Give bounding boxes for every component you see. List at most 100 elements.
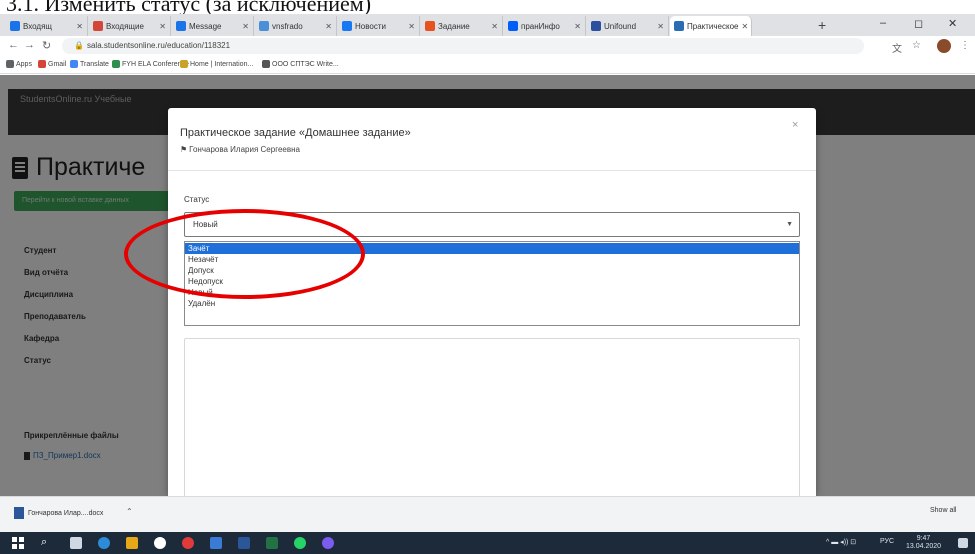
store-icon[interactable] bbox=[210, 537, 222, 549]
viber-icon[interactable] bbox=[322, 537, 334, 549]
url-field[interactable]: 🔒 sala.studentsonline.ru/education/118321 bbox=[62, 38, 864, 54]
bookmark-label: Gmail bbox=[48, 60, 67, 68]
excel-icon[interactable] bbox=[266, 537, 278, 549]
tab-label: Message bbox=[189, 21, 222, 31]
tray-language[interactable]: РУС bbox=[880, 538, 894, 545]
tab-favicon-icon bbox=[425, 21, 435, 31]
tab-favicon-icon bbox=[674, 21, 684, 31]
comment-textarea[interactable] bbox=[184, 338, 800, 496]
bookmark-item[interactable]: ООО СПТЭС Write... bbox=[262, 60, 339, 68]
browser-tab[interactable]: Практическое ✕ bbox=[670, 16, 752, 36]
document-caption: 3.1. Изменить статус (за исключением) bbox=[0, 0, 975, 14]
edge-icon[interactable] bbox=[98, 537, 110, 549]
bookmark-label: ООО СПТЭС Write... bbox=[272, 60, 339, 68]
status-modal: Практическое задание «Домашнее задание» … bbox=[168, 108, 816, 496]
chevron-up-icon[interactable]: ⌃ bbox=[126, 507, 133, 516]
tray-time: 9:47 bbox=[916, 535, 931, 542]
address-bar: ← → ↻ 🔒 sala.studentsonline.ru/education/… bbox=[0, 36, 975, 56]
show-all-button[interactable]: Show all bbox=[930, 507, 956, 514]
notifications-icon[interactable] bbox=[958, 538, 968, 548]
student-flag-icon: ⚑ bbox=[180, 145, 188, 154]
bookmark-label: Home | Internation... bbox=[190, 60, 254, 68]
tab-label: Входящие bbox=[106, 21, 144, 31]
tab-favicon-icon bbox=[591, 21, 601, 31]
caret-down-icon: ▼ bbox=[786, 221, 793, 228]
tab-close-icon[interactable]: ✕ bbox=[159, 22, 166, 31]
star-icon[interactable]: ☆ bbox=[912, 40, 921, 51]
tab-close-icon[interactable]: ✕ bbox=[408, 22, 415, 31]
search-icon[interactable]: ⌕ bbox=[41, 536, 47, 549]
tab-favicon-icon bbox=[342, 21, 352, 31]
browser-tab[interactable]: Входящ ✕ bbox=[6, 16, 88, 36]
browser-tab[interactable]: Входящие ✕ bbox=[89, 16, 171, 36]
translate-icon[interactable]: 文 bbox=[892, 40, 902, 55]
windows-start-icon[interactable] bbox=[12, 537, 24, 549]
bookmark-label: Translate bbox=[80, 60, 109, 68]
tab-label: Новости bbox=[355, 21, 386, 31]
word-icon[interactable] bbox=[238, 537, 250, 549]
word-file-icon bbox=[14, 507, 24, 519]
new-tab-button[interactable]: + bbox=[818, 17, 826, 33]
menu-dots-icon[interactable]: ⋮ bbox=[960, 40, 970, 51]
bookmark-item[interactable]: Translate bbox=[70, 60, 109, 68]
bookmark-icon bbox=[262, 60, 270, 68]
close-icon[interactable]: × bbox=[792, 119, 798, 131]
browser-tab[interactable]: Задание ✕ bbox=[421, 16, 503, 36]
browser-tab[interactable]: пранИнфо ✕ bbox=[504, 16, 586, 36]
tab-close-icon[interactable]: ✕ bbox=[491, 22, 498, 31]
tab-favicon-icon bbox=[93, 21, 103, 31]
tab-close-icon[interactable]: ✕ bbox=[76, 22, 83, 31]
tab-label: Задание bbox=[438, 21, 470, 31]
reload-icon[interactable]: ↻ bbox=[42, 39, 51, 52]
tab-close-icon[interactable]: ✕ bbox=[741, 22, 748, 31]
tab-label: Практическое bbox=[687, 21, 739, 31]
caption-text: 3.1. Изменить статус (за исключением) bbox=[6, 0, 372, 14]
modal-student: ⚑ Гончарова Илария Сергеевна bbox=[180, 145, 300, 154]
bookmark-icon bbox=[38, 60, 46, 68]
maximize-icon[interactable]: ◻ bbox=[914, 17, 923, 30]
tab-close-icon[interactable]: ✕ bbox=[574, 22, 581, 31]
bookmark-item[interactable]: FYH ELA Conference bbox=[112, 60, 189, 68]
bookmark-item[interactable]: Gmail bbox=[38, 60, 66, 68]
tab-close-icon[interactable]: ✕ bbox=[242, 22, 249, 31]
opera-icon[interactable] bbox=[182, 537, 194, 549]
profile-avatar[interactable] bbox=[937, 39, 951, 53]
student-name: Гончарова Илария Сергеевна bbox=[189, 145, 300, 154]
download-item[interactable]: Гончарова Илар....docx bbox=[14, 507, 103, 519]
download-item-name: Гончарова Илар....docx bbox=[28, 509, 104, 517]
browser-tab[interactable]: Новости ✕ bbox=[338, 16, 420, 36]
tray-clock[interactable]: 9:47 13.04.2020 bbox=[906, 535, 941, 551]
windows-taskbar: ⌕ ^ ▬ ◂)) ⊡ РУС 9:47 13.04.2020 bbox=[0, 532, 975, 554]
tab-label: Входящ bbox=[23, 21, 53, 31]
forward-icon[interactable]: → bbox=[24, 39, 35, 51]
bookmark-icon bbox=[70, 60, 78, 68]
tab-label: пранИнфо bbox=[521, 21, 560, 31]
tab-favicon-icon bbox=[508, 21, 518, 31]
tab-close-icon[interactable]: ✕ bbox=[325, 22, 332, 31]
bookmark-icon bbox=[180, 60, 188, 68]
tab-label: vnsfrado bbox=[272, 21, 303, 31]
tab-favicon-icon bbox=[259, 21, 269, 31]
browser-tab-strip: Входящ ✕ Входящие ✕ Message ✕ vnsfrado ✕ Новости… bbox=[0, 14, 975, 36]
tab-label: Unifound bbox=[604, 21, 637, 31]
chrome-icon[interactable] bbox=[154, 537, 166, 549]
bookmark-icon bbox=[6, 60, 14, 68]
window-close-icon[interactable]: ✕ bbox=[948, 17, 957, 30]
modal-divider bbox=[168, 170, 816, 171]
bookmark-item[interactable]: Home | Internation... bbox=[180, 60, 253, 68]
browser-tab[interactable]: Message ✕ bbox=[172, 16, 254, 36]
browser-tab[interactable]: Unifound ✕ bbox=[587, 16, 669, 36]
tray-icons[interactable]: ^ ▬ ◂)) ⊡ bbox=[826, 538, 856, 546]
bookmark-icon bbox=[112, 60, 120, 68]
status-option[interactable]: Удалён bbox=[185, 298, 799, 309]
back-icon[interactable]: ← bbox=[8, 39, 19, 51]
bookmark-item[interactable]: Apps bbox=[6, 60, 32, 68]
bookmarks-bar: Apps Gmail Translate FYH ELA Conference Home… bbox=[0, 56, 975, 74]
file-explorer-icon[interactable] bbox=[126, 537, 138, 549]
tab-close-icon[interactable]: ✕ bbox=[657, 22, 664, 31]
bookmark-label: FYH ELA Conference bbox=[122, 60, 189, 68]
whatsapp-icon[interactable] bbox=[294, 537, 306, 549]
minimize-icon[interactable]: – bbox=[880, 17, 886, 29]
browser-tab[interactable]: vnsfrado ✕ bbox=[255, 16, 337, 36]
task-view-icon[interactable] bbox=[70, 537, 82, 549]
